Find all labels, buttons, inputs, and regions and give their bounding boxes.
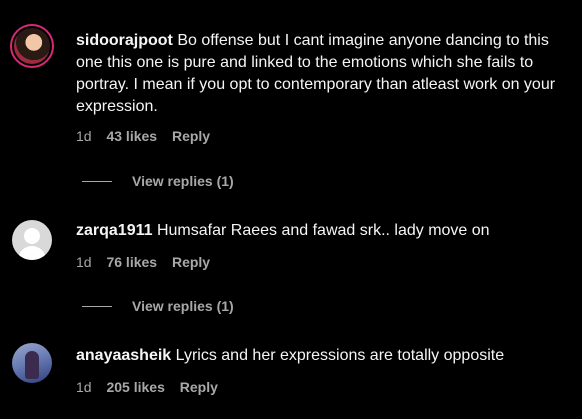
view-replies-label: View replies (1)	[132, 298, 234, 314]
comment-time: 1d	[76, 128, 92, 144]
comment-body: Humsafar Raees and fawad srk.. lady move…	[156, 222, 490, 239]
comment-meta: 1d 76 likes Reply	[76, 254, 221, 270]
likes-count[interactable]: 43 likes	[106, 128, 157, 144]
view-replies-label: View replies (1)	[132, 173, 234, 189]
comment-time: 1d	[76, 254, 92, 270]
replies-divider	[82, 305, 112, 307]
comment-text-block: zarqa1911 Humsafar Raees and fawad srk..…	[76, 220, 571, 242]
comment-username[interactable]: sidoorajpoot	[76, 32, 173, 49]
avatar[interactable]	[12, 343, 52, 383]
reply-button[interactable]: Reply	[172, 128, 210, 144]
comment-username[interactable]: zarqa1911	[76, 222, 153, 239]
comment-item: anayaasheik Lyrics and her expressions a…	[0, 325, 582, 419]
avatar[interactable]	[12, 220, 52, 260]
comment-item: zarqa1911 Humsafar Raees and fawad srk..…	[0, 200, 582, 320]
comment-body: Lyrics and her expressions are totally o…	[175, 347, 505, 364]
reply-button[interactable]: Reply	[172, 254, 210, 270]
comment-text-block: anayaasheik Lyrics and her expressions a…	[76, 345, 571, 367]
comment-item: sidoorajpoot Bo offense but I cant imagi…	[0, 0, 582, 200]
avatar[interactable]	[10, 24, 54, 68]
comment-meta: 1d 43 likes Reply	[76, 128, 221, 144]
comment-text-block: sidoorajpoot Bo offense but I cant imagi…	[76, 30, 571, 118]
comment-time: 1d	[76, 379, 92, 395]
view-replies-button[interactable]: View replies (1)	[82, 173, 234, 189]
likes-count[interactable]: 76 likes	[106, 254, 157, 270]
replies-divider	[82, 180, 112, 182]
likes-count[interactable]: 205 likes	[106, 379, 164, 395]
comment-meta: 1d 205 likes Reply	[76, 379, 229, 395]
reply-button[interactable]: Reply	[180, 379, 218, 395]
comment-username[interactable]: anayaasheik	[76, 347, 171, 364]
view-replies-button[interactable]: View replies (1)	[82, 298, 234, 314]
